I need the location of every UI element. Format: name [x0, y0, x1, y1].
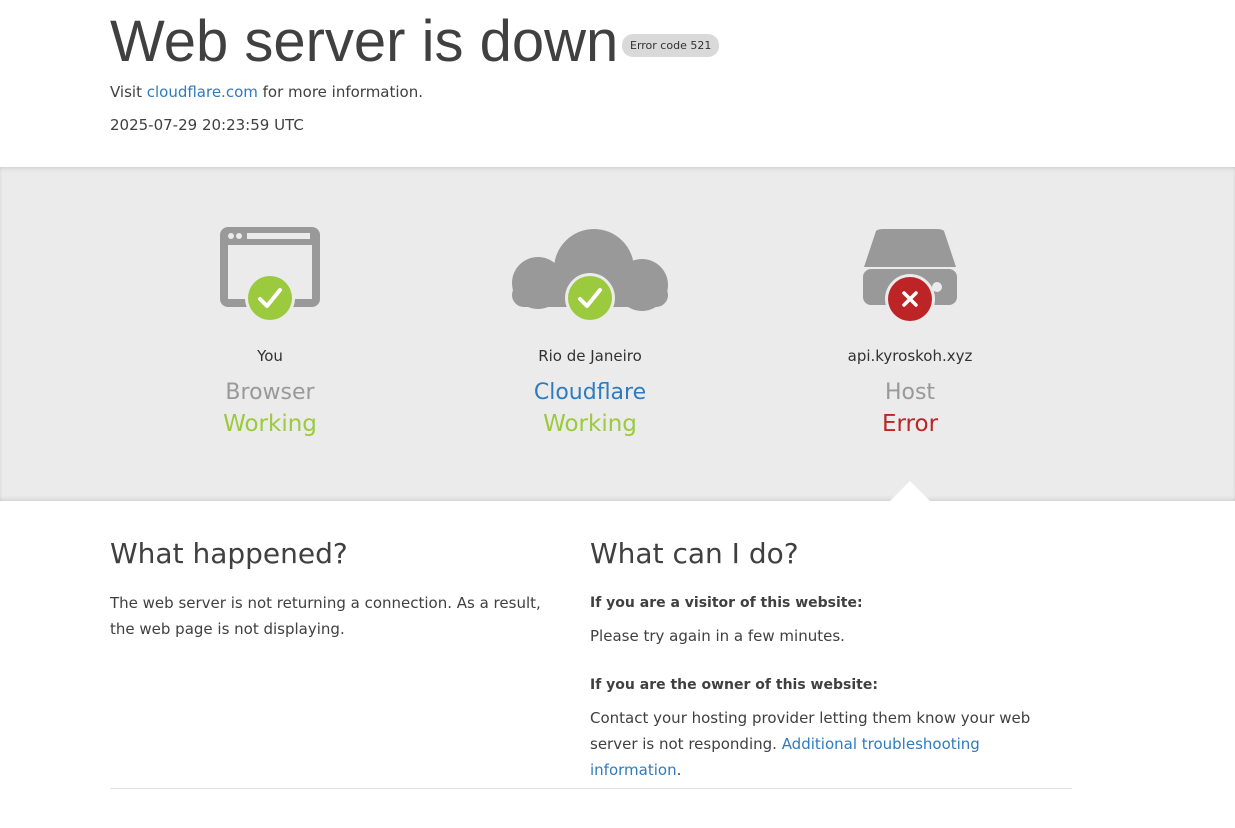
visitor-answer: Please try again in a few minutes.: [590, 627, 845, 645]
status-name: Cloudflare: [533, 380, 647, 405]
browser-icon: [220, 227, 320, 323]
status-state: Working: [223, 411, 317, 437]
server-icon: [863, 229, 957, 324]
error-code-badge: Error code 521: [622, 34, 720, 57]
cloud-icon: [512, 229, 668, 323]
page-title: Web server is down: [110, 9, 619, 74]
status-state: Working: [543, 411, 637, 437]
what-happened-body: The web server is not returning a connec…: [110, 594, 541, 638]
status-location: You: [257, 347, 283, 365]
what-happened-heading: What happened?: [110, 537, 348, 570]
status-location: Rio de Janeiro: [538, 347, 642, 365]
header: Web server is down Error code 521 Visit …: [0, 0, 1235, 167]
visit-suffix: for more information.: [257, 83, 423, 101]
visit-prefix: Visit: [110, 83, 147, 101]
status-band: You Browser Working Rio de Janeiro Cloud…: [0, 167, 1235, 501]
owner-answer-suffix: .: [676, 761, 682, 779]
status-name: Browser: [225, 380, 315, 405]
status-state: Error: [881, 411, 939, 437]
error-x-icon: [885, 274, 935, 324]
status-location: api.kyroskoh.xyz: [847, 347, 973, 365]
status-name: Host: [884, 380, 936, 405]
timestamp: 2025-07-29 20:23:59 UTC: [110, 116, 304, 134]
host-pointer: [890, 481, 930, 501]
visit-line: Visit cloudflare.com for more informatio…: [110, 82, 423, 102]
ok-check-icon: [245, 273, 295, 323]
what-happened-section: What happened? The web server is not ret…: [110, 536, 550, 642]
owner-answer: Contact your hosting provider letting th…: [590, 705, 1072, 783]
what-can-i-do-section: What can I do? If you are a visitor of t…: [590, 536, 1072, 783]
visitor-question: If you are a visitor of this website:: [590, 595, 863, 611]
footer-divider: [110, 788, 1072, 789]
what-can-i-do-heading: What can I do?: [590, 537, 799, 570]
cloudflare-link[interactable]: cloudflare.com: [147, 83, 258, 101]
owner-question: If you are the owner of this website:: [590, 677, 878, 693]
ok-check-icon: [565, 273, 615, 323]
